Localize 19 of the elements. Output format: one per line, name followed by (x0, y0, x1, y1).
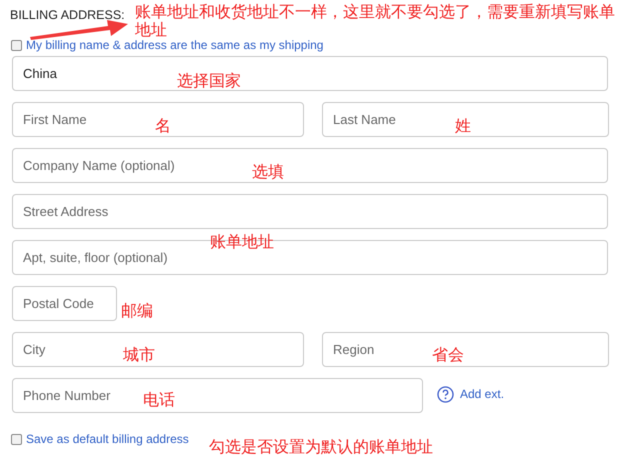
annotation-text: 选择国家 (177, 72, 241, 90)
annotation-text: 邮编 (121, 302, 153, 320)
checkbox[interactable] (11, 434, 22, 444)
annotation-text: 勾选是否设置为默认的账单地址 (209, 438, 433, 456)
add-extension-link[interactable]: Add ext. (460, 386, 504, 400)
annotation-text: 选填 (252, 163, 284, 181)
checkbox[interactable] (11, 40, 22, 50)
annotation-text: 姓 (455, 117, 471, 135)
section-heading: BILLING ADDRESS: (10, 7, 125, 24)
annotation-text: 电话 (143, 391, 175, 409)
annotation-text: 账单地址和收货地址不一样，这里就不要勾选了，需要重新填写账单地址 (135, 3, 616, 39)
checkbox-label[interactable]: Save as default billing address (26, 432, 189, 446)
input-field[interactable]: Postal Code (12, 286, 117, 321)
annotation-text: 省会 (432, 346, 464, 364)
input-field[interactable]: Street Address (12, 194, 608, 229)
checkbox-label[interactable]: My billing name & address are the same as my shipping (26, 38, 324, 52)
annotation-text: 城市 (123, 346, 155, 364)
annotation-text: 名 (155, 117, 171, 135)
help-icon[interactable] (437, 386, 454, 403)
